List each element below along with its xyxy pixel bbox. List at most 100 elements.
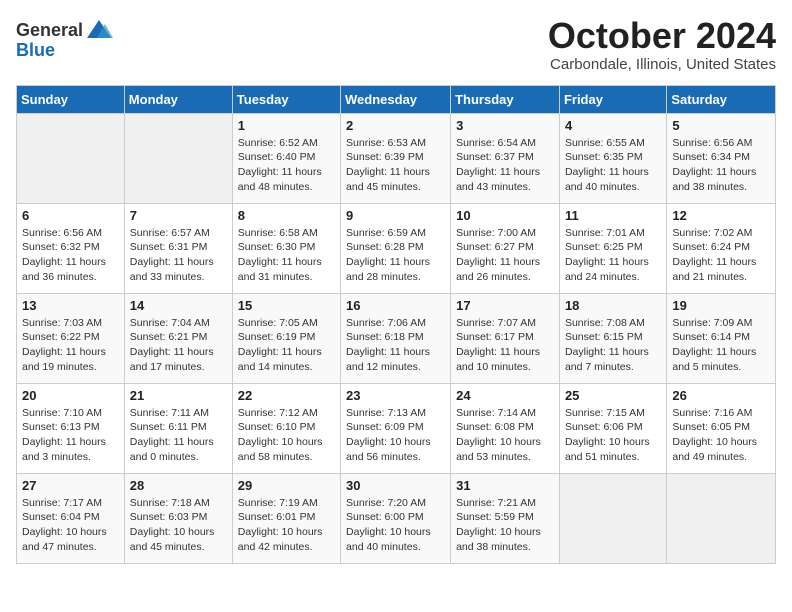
day-number: 19 bbox=[672, 298, 770, 313]
day-number: 31 bbox=[456, 478, 554, 493]
day-info: Sunrise: 7:17 AMSunset: 6:04 PMDaylight:… bbox=[22, 496, 119, 555]
calendar-cell: 9 Sunrise: 6:59 AMSunset: 6:28 PMDaylight… bbox=[341, 203, 451, 293]
day-info: Sunrise: 7:08 AMSunset: 6:15 PMDaylight:… bbox=[565, 316, 661, 375]
day-info: Sunrise: 7:11 AMSunset: 6:11 PMDaylight:… bbox=[130, 406, 227, 465]
calendar-cell: 11Sunrise: 7:01 AMSunset: 6:25 PMDayligh… bbox=[559, 203, 666, 293]
day-info: Sunrise: 7:16 AMSunset: 6:05 PMDaylight:… bbox=[672, 406, 770, 465]
day-number: 10 bbox=[456, 208, 554, 223]
weekday-header-row: SundayMondayTuesdayWednesdayThursdayFrid… bbox=[17, 85, 776, 113]
day-info: Sunrise: 7:02 AMSunset: 6:24 PMDaylight:… bbox=[672, 226, 770, 285]
calendar-cell bbox=[559, 473, 666, 563]
calendar-cell: 14Sunrise: 7:04 AMSunset: 6:21 PMDayligh… bbox=[124, 293, 232, 383]
day-number: 22 bbox=[238, 388, 335, 403]
calendar-week-row: 6 Sunrise: 6:56 AMSunset: 6:32 PMDaylight… bbox=[17, 203, 776, 293]
day-info: Sunrise: 6:57 AMSunset: 6:31 PMDaylight:… bbox=[130, 226, 227, 285]
calendar-table: SundayMondayTuesdayWednesdayThursdayFrid… bbox=[16, 85, 776, 564]
calendar-cell: 24 Sunrise: 7:14 AMSunset: 6:08 PMDayligh… bbox=[451, 383, 560, 473]
calendar-cell: 16 Sunrise: 7:06 AMSunset: 6:18 PMDayligh… bbox=[341, 293, 451, 383]
calendar-cell: 4Sunrise: 6:55 AMSunset: 6:35 PMDaylight… bbox=[559, 113, 666, 203]
day-number: 30 bbox=[346, 478, 445, 493]
day-info: Sunrise: 7:15 AMSunset: 6:06 PMDaylight:… bbox=[565, 406, 661, 465]
day-number: 16 bbox=[346, 298, 445, 313]
weekday-header-tuesday: Tuesday bbox=[232, 85, 340, 113]
day-number: 13 bbox=[22, 298, 119, 313]
calendar-cell: 8 Sunrise: 6:58 AMSunset: 6:30 PMDaylight… bbox=[232, 203, 340, 293]
day-number: 7 bbox=[130, 208, 227, 223]
calendar-cell: 21 Sunrise: 7:11 AMSunset: 6:11 PMDayligh… bbox=[124, 383, 232, 473]
day-info: Sunrise: 7:12 AMSunset: 6:10 PMDaylight:… bbox=[238, 406, 335, 465]
calendar-cell: 12 Sunrise: 7:02 AMSunset: 6:24 PMDayligh… bbox=[667, 203, 776, 293]
weekday-header-sunday: Sunday bbox=[17, 85, 125, 113]
day-info: Sunrise: 7:14 AMSunset: 6:08 PMDaylight:… bbox=[456, 406, 554, 465]
calendar-cell: 5Sunrise: 6:56 AMSunset: 6:34 PMDaylight… bbox=[667, 113, 776, 203]
day-number: 29 bbox=[238, 478, 335, 493]
calendar-cell: 22 Sunrise: 7:12 AMSunset: 6:10 PMDayligh… bbox=[232, 383, 340, 473]
calendar-cell: 27 Sunrise: 7:17 AMSunset: 6:04 PMDayligh… bbox=[17, 473, 125, 563]
calendar-week-row: 13Sunrise: 7:03 AMSunset: 6:22 PMDayligh… bbox=[17, 293, 776, 383]
day-info: Sunrise: 6:55 AMSunset: 6:35 PMDaylight:… bbox=[565, 136, 661, 195]
calendar-cell: 3Sunrise: 6:54 AMSunset: 6:37 PMDaylight… bbox=[451, 113, 560, 203]
logo-general: General bbox=[16, 20, 83, 41]
day-info: Sunrise: 6:58 AMSunset: 6:30 PMDaylight:… bbox=[238, 226, 335, 285]
day-number: 5 bbox=[672, 118, 770, 133]
day-number: 24 bbox=[456, 388, 554, 403]
page-header: General Blue October 2024 Carbondale, Il… bbox=[16, 16, 776, 73]
logo: General Blue bbox=[16, 16, 113, 61]
day-info: Sunrise: 6:52 AMSunset: 6:40 PMDaylight:… bbox=[238, 136, 335, 195]
calendar-week-row: 1Sunrise: 6:52 AMSunset: 6:40 PMDaylight… bbox=[17, 113, 776, 203]
calendar-cell bbox=[124, 113, 232, 203]
weekday-header-monday: Monday bbox=[124, 85, 232, 113]
day-number: 17 bbox=[456, 298, 554, 313]
day-info: Sunrise: 7:06 AMSunset: 6:18 PMDaylight:… bbox=[346, 316, 445, 375]
calendar-cell: 26 Sunrise: 7:16 AMSunset: 6:05 PMDayligh… bbox=[667, 383, 776, 473]
day-number: 12 bbox=[672, 208, 770, 223]
day-info: Sunrise: 7:07 AMSunset: 6:17 PMDaylight:… bbox=[456, 316, 554, 375]
calendar-cell: 10 Sunrise: 7:00 AMSunset: 6:27 PMDayligh… bbox=[451, 203, 560, 293]
day-info: Sunrise: 7:01 AMSunset: 6:25 PMDaylight:… bbox=[565, 226, 661, 285]
calendar-cell: 23Sunrise: 7:13 AMSunset: 6:09 PMDayligh… bbox=[341, 383, 451, 473]
day-info: Sunrise: 7:00 AMSunset: 6:27 PMDaylight:… bbox=[456, 226, 554, 285]
day-number: 9 bbox=[346, 208, 445, 223]
day-info: Sunrise: 6:56 AMSunset: 6:32 PMDaylight:… bbox=[22, 226, 119, 285]
calendar-cell bbox=[667, 473, 776, 563]
day-number: 21 bbox=[130, 388, 227, 403]
day-number: 27 bbox=[22, 478, 119, 493]
calendar-cell: 7 Sunrise: 6:57 AMSunset: 6:31 PMDaylight… bbox=[124, 203, 232, 293]
day-number: 14 bbox=[130, 298, 227, 313]
day-number: 8 bbox=[238, 208, 335, 223]
calendar-cell: 18Sunrise: 7:08 AMSunset: 6:15 PMDayligh… bbox=[559, 293, 666, 383]
weekday-header-wednesday: Wednesday bbox=[341, 85, 451, 113]
day-info: Sunrise: 6:54 AMSunset: 6:37 PMDaylight:… bbox=[456, 136, 554, 195]
weekday-header-saturday: Saturday bbox=[667, 85, 776, 113]
calendar-cell: 30Sunrise: 7:20 AMSunset: 6:00 PMDayligh… bbox=[341, 473, 451, 563]
day-info: Sunrise: 7:18 AMSunset: 6:03 PMDaylight:… bbox=[130, 496, 227, 555]
day-number: 20 bbox=[22, 388, 119, 403]
day-number: 6 bbox=[22, 208, 119, 223]
calendar-cell: 6 Sunrise: 6:56 AMSunset: 6:32 PMDaylight… bbox=[17, 203, 125, 293]
day-info: Sunrise: 7:09 AMSunset: 6:14 PMDaylight:… bbox=[672, 316, 770, 375]
day-info: Sunrise: 7:21 AMSunset: 5:59 PMDaylight:… bbox=[456, 496, 554, 555]
title-block: October 2024 Carbondale, Illinois, Unite… bbox=[548, 16, 776, 73]
calendar-cell: 1Sunrise: 6:52 AMSunset: 6:40 PMDaylight… bbox=[232, 113, 340, 203]
logo-blue: Blue bbox=[16, 40, 55, 61]
calendar-week-row: 27 Sunrise: 7:17 AMSunset: 6:04 PMDayligh… bbox=[17, 473, 776, 563]
location-title: Carbondale, Illinois, United States bbox=[548, 56, 776, 73]
weekday-header-thursday: Thursday bbox=[451, 85, 560, 113]
calendar-cell: 31 Sunrise: 7:21 AMSunset: 5:59 PMDayligh… bbox=[451, 473, 560, 563]
day-info: Sunrise: 7:05 AMSunset: 6:19 PMDaylight:… bbox=[238, 316, 335, 375]
day-number: 2 bbox=[346, 118, 445, 133]
day-number: 15 bbox=[238, 298, 335, 313]
day-info: Sunrise: 6:53 AMSunset: 6:39 PMDaylight:… bbox=[346, 136, 445, 195]
calendar-cell: 17 Sunrise: 7:07 AMSunset: 6:17 PMDayligh… bbox=[451, 293, 560, 383]
day-info: Sunrise: 6:59 AMSunset: 6:28 PMDaylight:… bbox=[346, 226, 445, 285]
weekday-header-friday: Friday bbox=[559, 85, 666, 113]
logo-icon bbox=[85, 16, 113, 44]
calendar-cell: 25Sunrise: 7:15 AMSunset: 6:06 PMDayligh… bbox=[559, 383, 666, 473]
calendar-cell: 19 Sunrise: 7:09 AMSunset: 6:14 PMDayligh… bbox=[667, 293, 776, 383]
day-info: Sunrise: 7:19 AMSunset: 6:01 PMDaylight:… bbox=[238, 496, 335, 555]
day-info: Sunrise: 7:13 AMSunset: 6:09 PMDaylight:… bbox=[346, 406, 445, 465]
day-number: 28 bbox=[130, 478, 227, 493]
calendar-cell: 20Sunrise: 7:10 AMSunset: 6:13 PMDayligh… bbox=[17, 383, 125, 473]
calendar-cell: 2 Sunrise: 6:53 AMSunset: 6:39 PMDaylight… bbox=[341, 113, 451, 203]
day-number: 26 bbox=[672, 388, 770, 403]
